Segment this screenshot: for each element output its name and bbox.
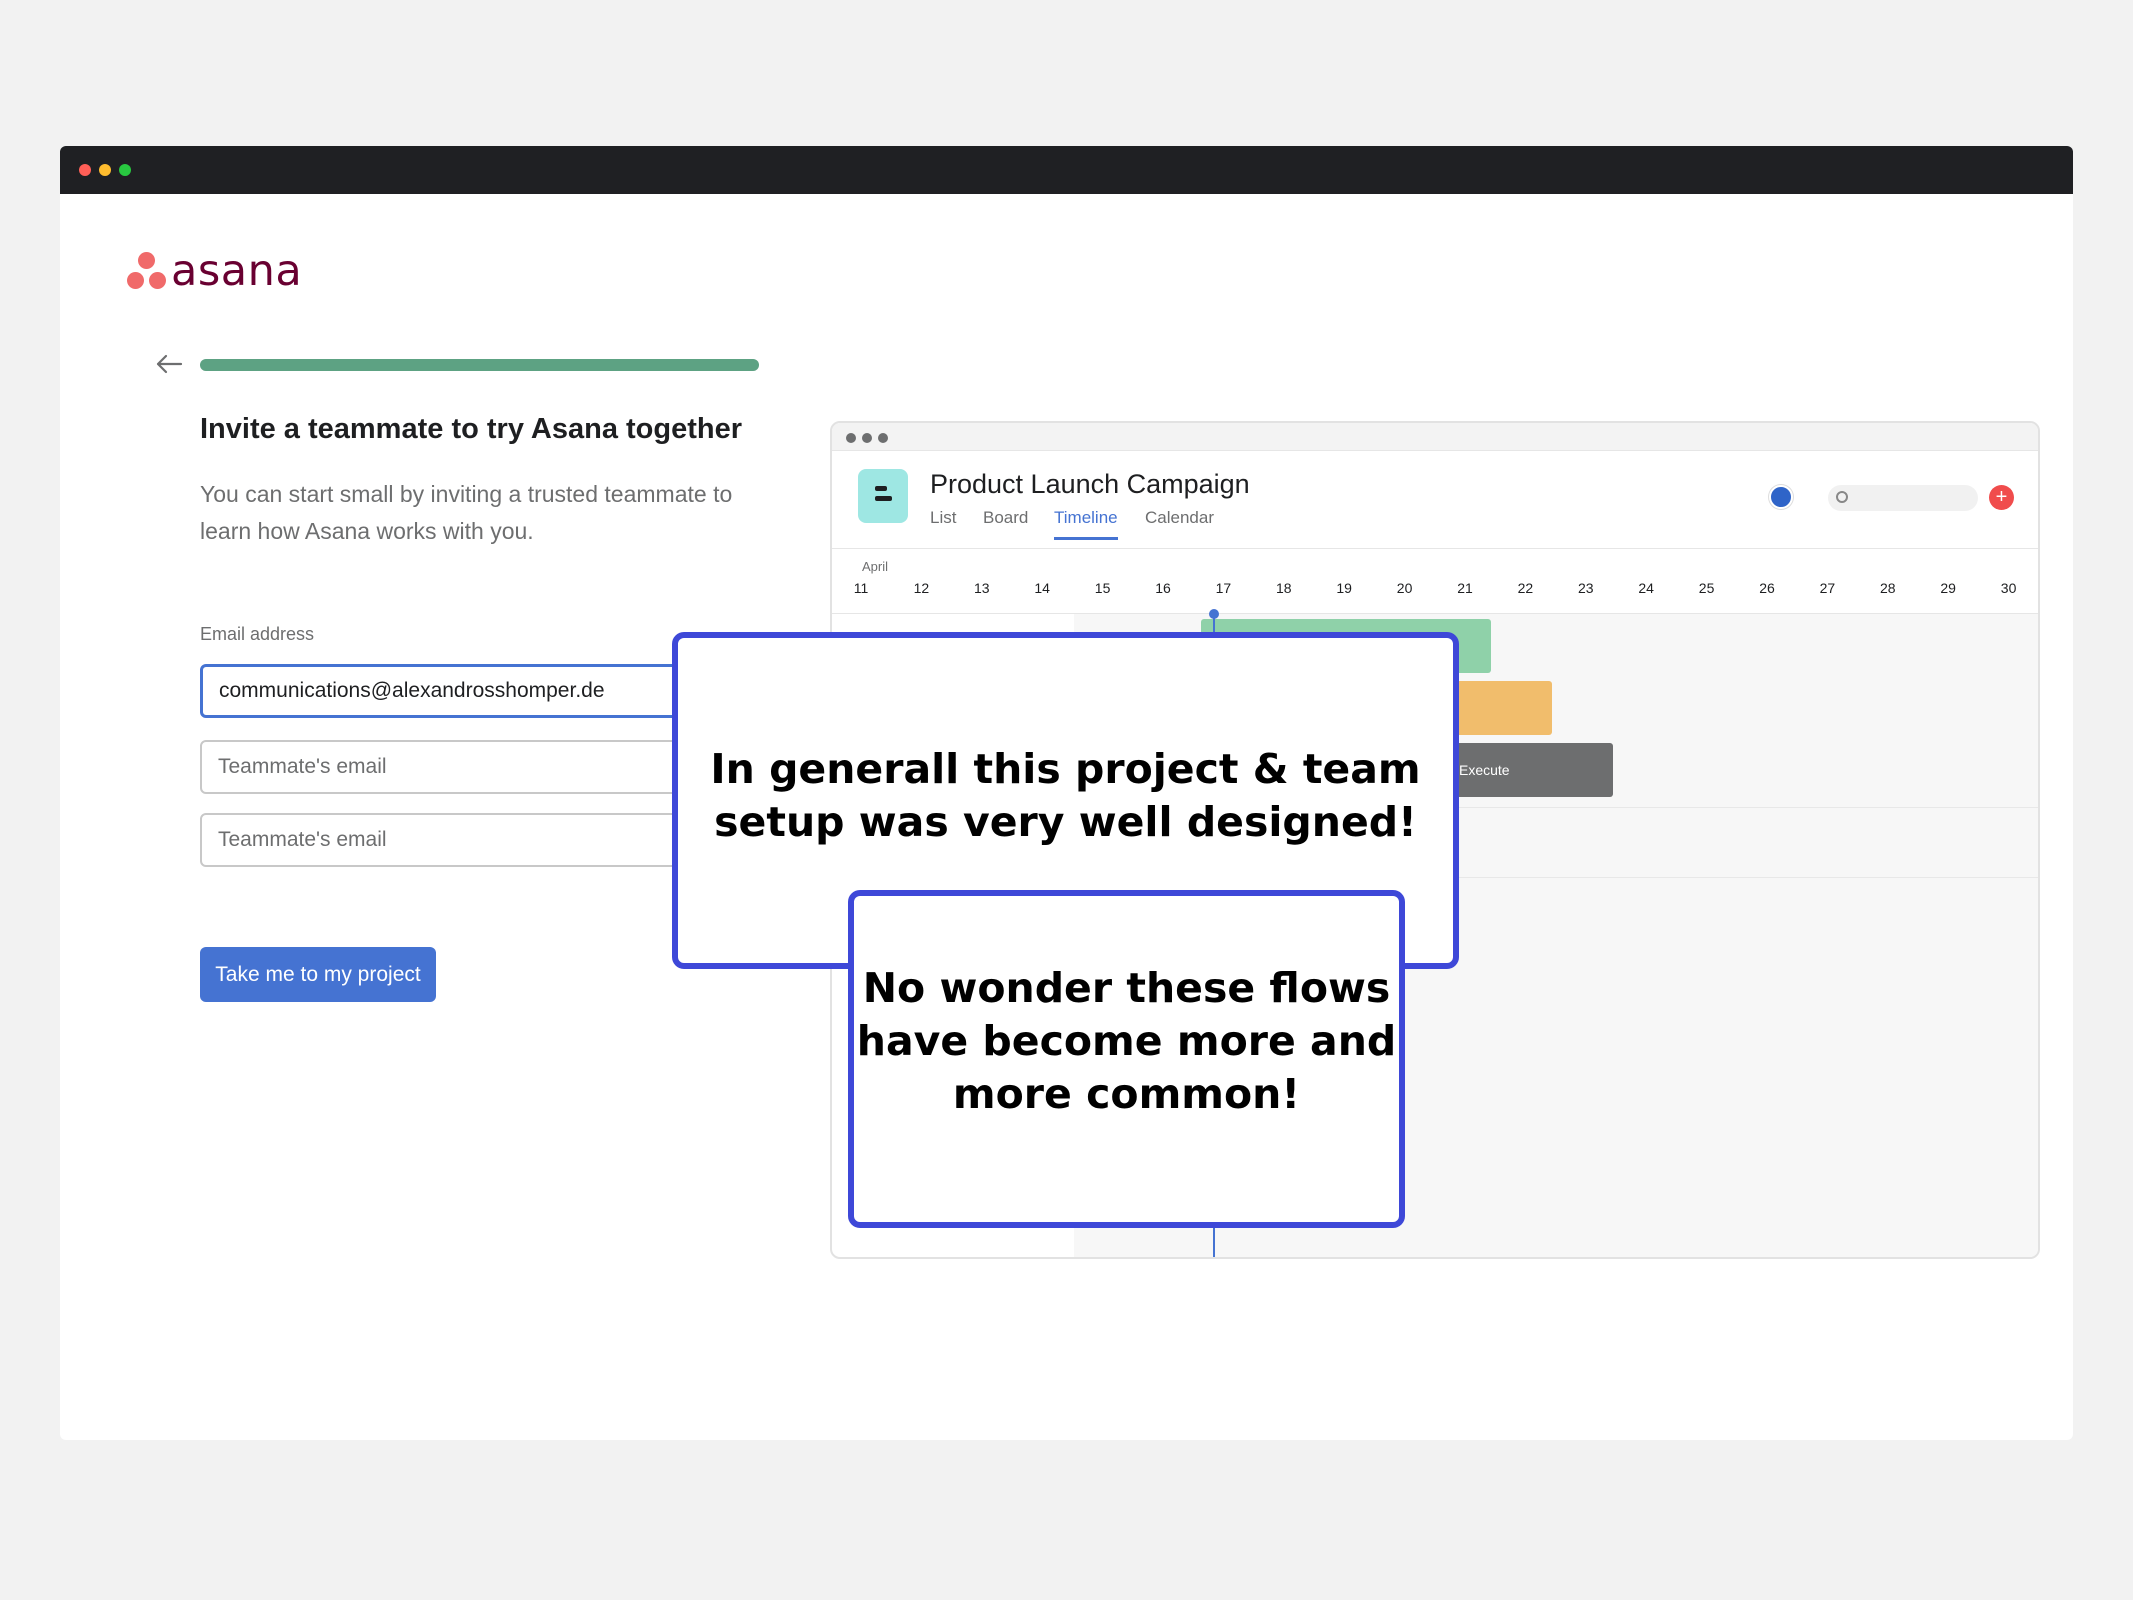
timeline-day: 26 (1759, 580, 1775, 596)
timeline-month: April (862, 559, 889, 574)
timeline-day: 16 (1155, 580, 1171, 596)
maximize-window-icon[interactable] (119, 164, 131, 176)
close-window-icon[interactable] (79, 164, 91, 176)
callout-text: In generall this project & team setup wa… (710, 744, 1421, 846)
timeline-day: 17 (1215, 580, 1232, 596)
active-tab-indicator (1054, 537, 1118, 540)
timeline-day: 30 (2000, 580, 2017, 596)
timeline-day: 11 (853, 580, 869, 596)
annotation-callout-2: No wonder these flows have become more a… (848, 890, 1405, 1228)
preview-dot-icon (862, 433, 872, 443)
timeline-day: 13 (974, 580, 990, 596)
onboarding-progress-bar (200, 359, 759, 371)
timeline-day: 19 (1336, 580, 1352, 596)
timeline-day: 12 (913, 580, 930, 596)
logo-wordmark: asana (171, 246, 303, 296)
email-label: Email address (200, 624, 315, 644)
timeline-day: 27 (1819, 580, 1836, 596)
divider (832, 548, 2038, 549)
timeline-day: 14 (1034, 580, 1050, 596)
tab-calendar[interactable]: Calendar (1145, 508, 1214, 528)
timeline-day: 20 (1396, 580, 1413, 596)
minimize-window-icon[interactable] (99, 164, 111, 176)
search-input[interactable] (1828, 485, 1978, 511)
timeline-day: 15 (1094, 580, 1111, 596)
progress-fill (200, 359, 759, 371)
project-title: Product Launch Campaign (930, 469, 1250, 499)
callout-text: No wonder these flows have become more a… (856, 964, 1397, 1118)
asana-logo-icon (127, 252, 167, 290)
today-marker-dot (1209, 609, 1219, 619)
timeline-day: 18 (1276, 580, 1292, 596)
task-label: Execute (1459, 762, 1510, 778)
back-arrow-icon[interactable] (154, 352, 184, 376)
timeline-day: 22 (1517, 580, 1534, 596)
timeline-days: 11 12 13 14 15 16 17 18 19 20 21 22 23 24 25 26 27 28 29 30 (832, 580, 2038, 600)
tab-list[interactable]: List (930, 508, 956, 528)
take-me-to-project-button[interactable]: Take me to my project (200, 947, 436, 1002)
preview-dot-icon (846, 433, 856, 443)
project-icon (858, 469, 908, 523)
tab-timeline[interactable]: Timeline (1054, 508, 1118, 528)
window-titlebar (60, 146, 2073, 194)
preview-titlebar (832, 423, 2038, 451)
timeline-day: 29 (1940, 580, 1956, 596)
tab-board[interactable]: Board (983, 508, 1028, 528)
user-avatar[interactable] (1769, 485, 1793, 509)
page-title: Invite a teammate to try Asana together (200, 413, 743, 445)
timeline-day: 23 (1578, 580, 1594, 596)
preview-dot-icon (878, 433, 888, 443)
timeline-day: 21 (1457, 580, 1473, 596)
asana-logo: asana (127, 246, 302, 296)
add-icon[interactable]: + (1989, 485, 2014, 510)
timeline-day: 25 (1698, 580, 1715, 596)
timeline-day: 28 (1880, 580, 1896, 596)
search-icon (1836, 491, 1848, 503)
page-description: You can start small by inviting a truste… (200, 481, 733, 544)
timeline-day: 24 (1638, 580, 1654, 596)
